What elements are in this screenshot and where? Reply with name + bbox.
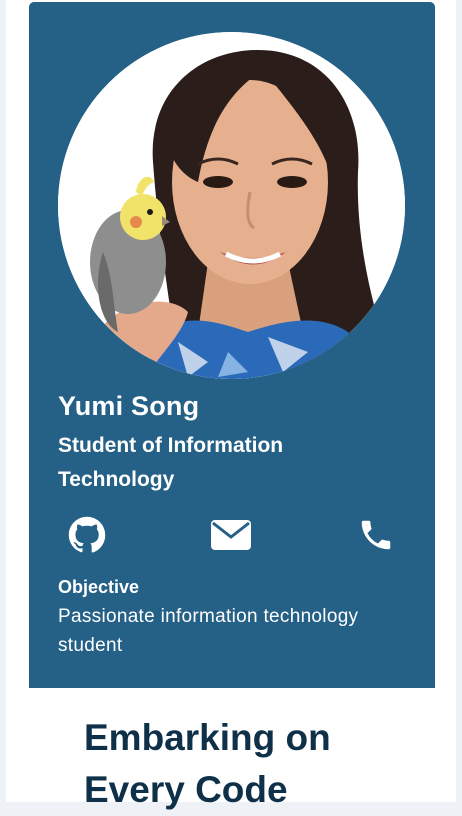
envelope-icon [211,520,251,550]
article-heading: Embarking on Every Code [84,717,331,810]
phone-link[interactable] [354,513,398,557]
objective-text: Passionate information technology studen… [58,606,359,656]
objective-heading: Objective [58,577,140,597]
profile-card: Yumi Song Student of Information Technol… [29,2,435,688]
phone-icon [361,520,391,550]
profile-photo-image [58,32,405,379]
github-link[interactable] [65,513,109,557]
email-link[interactable] [209,513,253,557]
profile-name: Yumi Song [58,391,200,421]
profile-photo [58,32,405,379]
page: Yumi Song Student of Information Technol… [6,0,456,810]
profile-title: Student of Information Technology [58,434,284,491]
github-icon [68,516,106,553]
